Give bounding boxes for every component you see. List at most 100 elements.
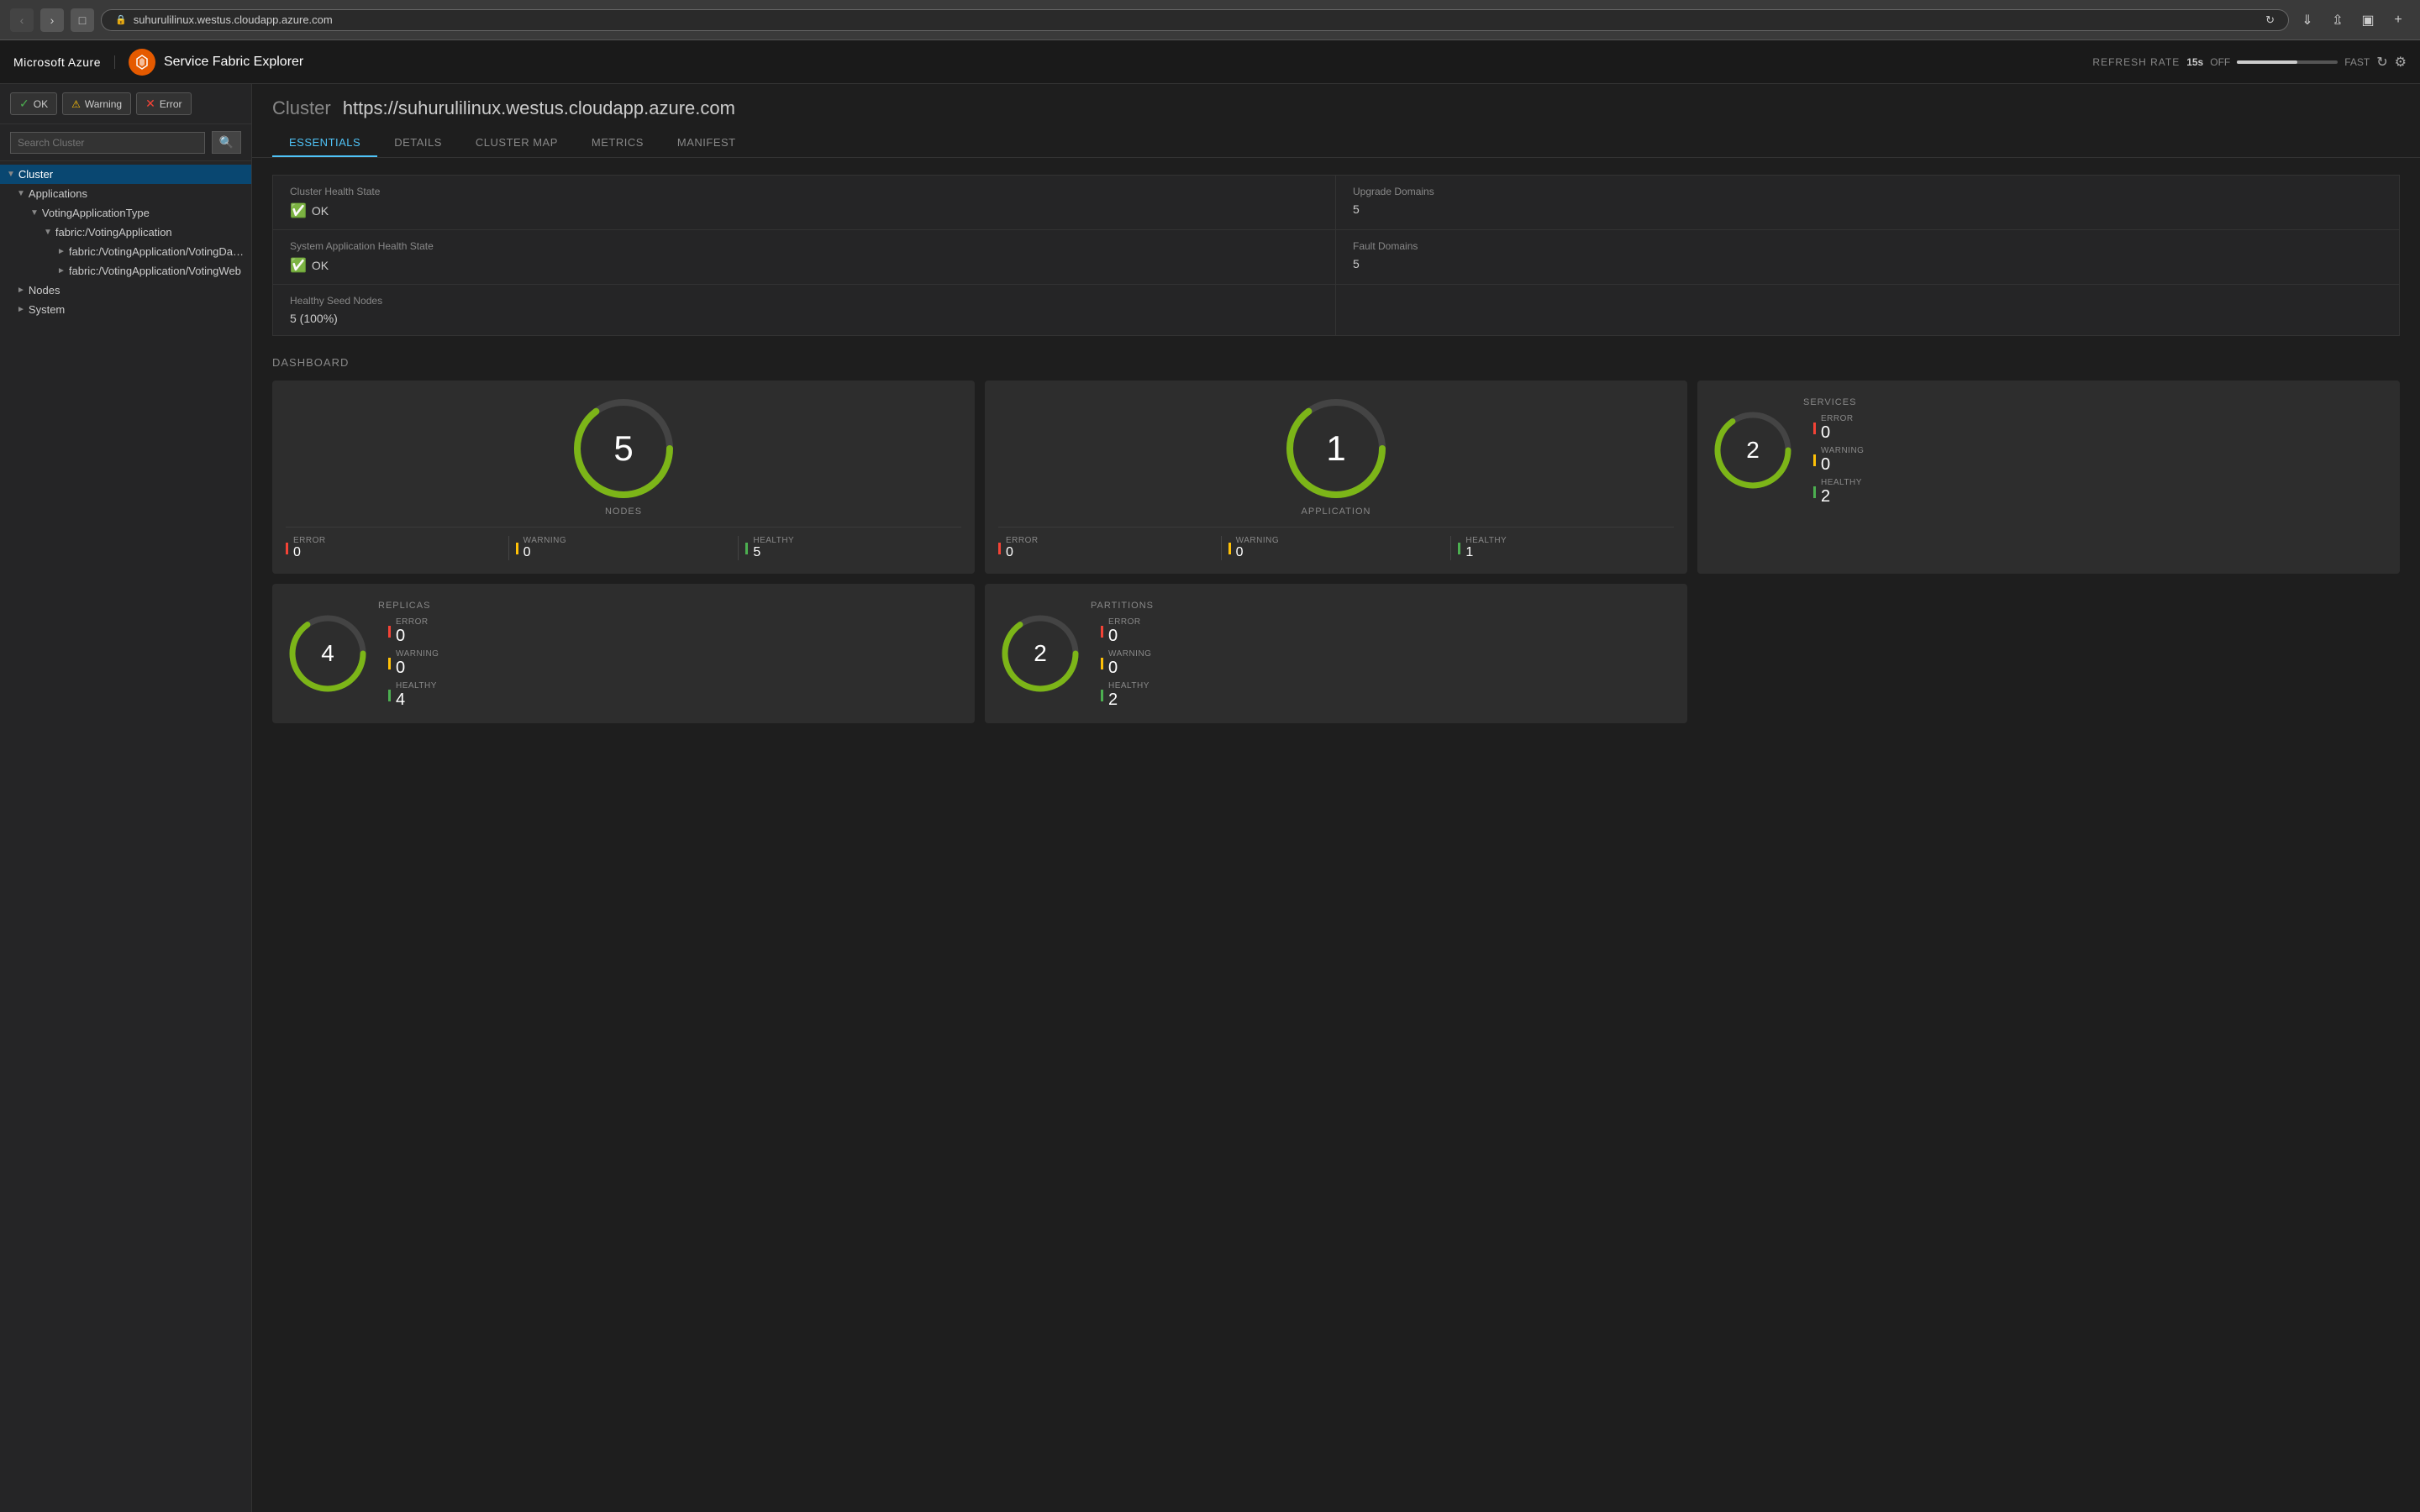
nodes-card-inner: 5 xyxy=(286,394,961,503)
tabs-icon[interactable]: ▣ xyxy=(2356,8,2380,32)
tab-manifest[interactable]: MANIFEST xyxy=(660,129,753,157)
partitions-count: 2 xyxy=(1034,642,1047,665)
services-label: SERVICES xyxy=(1803,397,1864,407)
upgrade-domains-number: 5 xyxy=(1353,202,1360,216)
share-icon[interactable]: ⇫ xyxy=(2326,8,2349,32)
error-bar xyxy=(1813,423,1816,434)
app-warning-stat: WARNING 0 xyxy=(1228,536,1444,560)
app-icon xyxy=(129,49,155,76)
cluster-health-value: ✅ OK xyxy=(290,202,1318,219)
application-card-inner: 1 xyxy=(998,394,1674,503)
sidebar-item-applications[interactable]: ▼ Applications xyxy=(0,184,251,203)
application-gauge: 1 xyxy=(1281,394,1391,503)
error-bar xyxy=(998,543,1001,554)
partitions-label: PARTITIONS xyxy=(1091,601,1154,611)
cluster-title: Cluster https://suhurulilinux.westus.clo… xyxy=(272,97,2400,119)
browser-chrome: ‹ › □ 🔒 suhurulilinux.westus.cloudapp.az… xyxy=(0,0,2420,40)
sidebar-item-votingdataserv[interactable]: ► fabric:/VotingApplication/VotingDataSe… xyxy=(0,242,251,261)
content-body: Cluster Health State ✅ OK Upgrade Domain… xyxy=(252,158,2420,1512)
download-icon[interactable]: ⇓ xyxy=(2296,8,2319,32)
filter-buttons: ✓ OK ⚠ Warning ✕ Error xyxy=(0,84,251,124)
dashboard-card-partitions: 2 PARTITIONS ERROR 0 xyxy=(985,584,1687,723)
nodes-error-stat: ERROR 0 xyxy=(286,536,502,560)
upgrade-domains-value: 5 xyxy=(1353,202,2382,216)
fault-domains-label: Fault Domains xyxy=(1353,240,2382,252)
ok-check-icon: ✓ xyxy=(19,97,29,111)
chevron-right-icon: ► xyxy=(17,305,25,314)
replicas-label: REPLICAS xyxy=(378,601,439,611)
seed-nodes-label: Healthy Seed Nodes xyxy=(290,295,1318,307)
nodes-healthy-stat: HEALTHY 5 xyxy=(745,536,961,560)
filter-ok-button[interactable]: ✓ OK xyxy=(10,92,57,115)
tab-details[interactable]: DETAILS xyxy=(377,129,459,157)
refresh-slider[interactable] xyxy=(2237,60,2338,64)
app-healthy-stat: HEALTHY 1 xyxy=(1458,536,1674,560)
sidebar-item-votingapptype[interactable]: ▼ VotingApplicationType xyxy=(0,203,251,223)
nodes-bottom-stats: ERROR 0 WARNING 0 xyxy=(286,527,961,560)
healthy-bar xyxy=(745,543,748,554)
fabric-logo-icon xyxy=(134,54,150,71)
dashboard-card-replicas: 4 REPLICAS ERROR 0 xyxy=(272,584,975,723)
app-title-area: Service Fabric Explorer xyxy=(129,49,2079,76)
dashboard-title: DASHBOARD xyxy=(272,356,2400,369)
tab-essentials[interactable]: ESSENTIALS xyxy=(272,129,377,157)
services-gauge: 2 xyxy=(1711,408,1795,492)
warning-icon: ⚠ xyxy=(71,98,81,110)
azure-logo: Microsoft Azure xyxy=(13,55,115,69)
system-app-health-label: System Application Health State xyxy=(290,240,1318,252)
refresh-button[interactable]: ↻ xyxy=(2376,54,2387,71)
sidebar-item-cluster[interactable]: ▼ Cluster xyxy=(0,165,251,184)
back-button[interactable]: ‹ xyxy=(10,8,34,32)
services-stats: ERROR 0 WARNING 0 xyxy=(1813,414,1864,507)
essentials-system-app-health: System Application Health State ✅ OK xyxy=(273,230,1336,285)
refresh-controls: REFRESH RATE 15s OFF FAST ↻ ⚙ xyxy=(2092,54,2407,71)
app-error-stat: ERROR 0 xyxy=(998,536,1214,560)
dashboard-card-services: 2 SERVICES ERROR 0 xyxy=(1697,381,2400,574)
fault-domains-number: 5 xyxy=(1353,257,1360,270)
error-bar xyxy=(1101,626,1103,638)
replicas-healthy-row: HEALTHY 4 xyxy=(388,681,439,710)
sidebar-item-system[interactable]: ► System xyxy=(0,300,251,319)
refresh-seconds: 15s xyxy=(2186,56,2203,68)
partitions-error-row: ERROR 0 xyxy=(1101,617,1154,646)
chevron-down-icon: ▼ xyxy=(30,208,39,218)
off-label: OFF xyxy=(2210,56,2230,68)
sidebar-item-votingapp[interactable]: ▼ fabric:/VotingApplication xyxy=(0,223,251,242)
top-bar: Microsoft Azure Service Fabric Explorer … xyxy=(0,40,2420,84)
sidebar-item-votingweb[interactable]: ► fabric:/VotingApplication/VotingWeb xyxy=(0,261,251,281)
dashboard-grid: 5 NODES ERROR 0 xyxy=(272,381,2400,723)
extend-icon[interactable]: + xyxy=(2386,8,2410,32)
application-count: 1 xyxy=(1326,431,1345,466)
forward-button[interactable]: › xyxy=(40,8,64,32)
view-button[interactable]: □ xyxy=(71,8,94,32)
refresh-slider-fill xyxy=(2237,60,2297,64)
error-bar xyxy=(388,626,391,638)
content-header: Cluster https://suhurulilinux.westus.clo… xyxy=(252,84,2420,158)
chevron-down-icon: ▼ xyxy=(7,170,15,179)
application-label: APPLICATION xyxy=(1302,507,1371,517)
services-healthy-row: HEALTHY 2 xyxy=(1813,478,1864,507)
replicas-count: 4 xyxy=(321,642,334,665)
nodes-count: 5 xyxy=(613,431,633,466)
ok-badge-icon: ✅ xyxy=(290,202,307,219)
search-button[interactable]: 🔍 xyxy=(212,131,241,154)
address-bar[interactable]: 🔒 suhurulilinux.westus.cloudapp.azure.co… xyxy=(101,9,2289,31)
divider xyxy=(1221,536,1222,560)
settings-icon[interactable]: ⚙ xyxy=(2395,54,2407,71)
divider xyxy=(738,536,739,560)
tab-cluster-map[interactable]: CLUSTER MAP xyxy=(459,129,575,157)
refresh-icon[interactable]: ↻ xyxy=(2265,13,2275,27)
sidebar-item-nodes[interactable]: ► Nodes xyxy=(0,281,251,300)
chevron-right-icon: ► xyxy=(57,247,66,256)
divider xyxy=(1450,536,1451,560)
filter-warning-button[interactable]: ⚠ Warning xyxy=(62,92,131,115)
search-input[interactable] xyxy=(10,132,205,154)
azure-label: Microsoft Azure xyxy=(13,55,101,69)
replicas-card-inner: 4 REPLICAS ERROR 0 xyxy=(286,597,961,710)
cluster-health-state: OK xyxy=(312,204,329,218)
tab-metrics[interactable]: METRICS xyxy=(575,129,660,157)
partitions-gauge: 2 xyxy=(998,612,1082,696)
cluster-url: https://suhurulilinux.westus.cloudapp.az… xyxy=(343,97,735,118)
filter-error-button[interactable]: ✕ Error xyxy=(136,92,191,115)
search-bar: 🔍 xyxy=(0,124,251,161)
